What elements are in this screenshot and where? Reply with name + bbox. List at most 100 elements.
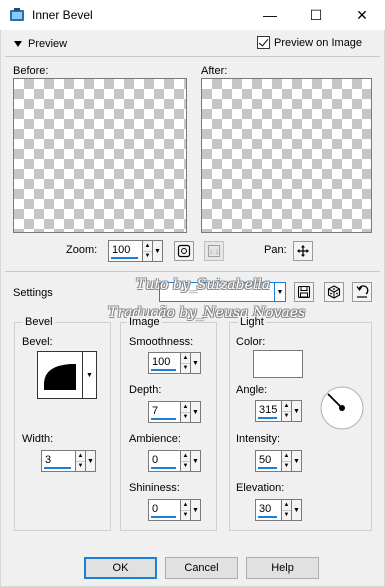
elevation-label: Elevation: [236, 482, 285, 494]
shininess-dropdown-arrow-icon[interactable]: ▼ [191, 499, 201, 521]
preview-toggle[interactable]: Preview [14, 38, 67, 50]
smoothness-input[interactable]: 100 [148, 352, 181, 374]
zoom-input[interactable]: 100 [108, 240, 143, 262]
zoom-stepper[interactable]: 100 ▲ ▼ ▼ [108, 240, 163, 262]
before-label: Before: [13, 65, 49, 77]
angle-dial[interactable] [319, 385, 365, 431]
angle-input[interactable]: 315 [255, 400, 282, 422]
shininess-label: Shininess: [129, 482, 180, 494]
zoom-label: Zoom: [66, 244, 98, 256]
spin-up-icon[interactable]: ▲ [143, 241, 152, 251]
smoothness-label: Smoothness: [129, 336, 194, 348]
spin-up-icon[interactable]: ▲ [76, 451, 85, 461]
angle-label: Angle: [236, 384, 268, 396]
randomize-button[interactable] [324, 282, 344, 302]
bevel-shape-selector[interactable] [37, 351, 83, 399]
bevel-group-title: Bevel [23, 316, 55, 328]
light-color-swatch[interactable] [253, 350, 303, 378]
ambience-dropdown-arrow-icon[interactable]: ▼ [191, 450, 201, 472]
spin-down-icon[interactable]: ▼ [143, 250, 152, 262]
preset-dropdown-arrow-icon[interactable]: ▼ [275, 282, 286, 302]
spin-down-icon[interactable]: ▼ [76, 460, 85, 472]
elevation-input[interactable]: 30 [255, 499, 282, 521]
preview-on-image-option[interactable]: Preview on Image [257, 36, 362, 49]
actual-size-icon: 1:1 [208, 245, 220, 257]
angle-stepper[interactable]: 315 ▲ ▼ ▼ [255, 400, 302, 422]
settings-divider [5, 271, 380, 272]
help-button[interactable]: Help [246, 557, 319, 579]
zoom-dropdown-arrow-icon[interactable]: ▼ [153, 240, 163, 262]
spin-down-icon[interactable]: ▼ [181, 460, 190, 472]
cancel-button[interactable]: Cancel [165, 557, 238, 579]
preview-toggle-label: Preview [28, 38, 68, 50]
bevel-shape-icon [44, 364, 76, 390]
pan-button[interactable] [293, 241, 313, 261]
spin-down-icon[interactable]: ▼ [181, 509, 190, 521]
spin-up-icon[interactable]: ▲ [282, 500, 291, 510]
svg-text:1:1: 1:1 [209, 249, 219, 256]
app-icon [10, 8, 24, 21]
move-cross-icon [297, 245, 309, 257]
zoom-fit-icon [177, 244, 191, 258]
ok-button[interactable]: OK [84, 557, 157, 579]
reset-arrow-icon [356, 285, 369, 298]
spin-up-icon[interactable]: ▲ [282, 451, 291, 461]
width-input[interactable]: 3 [41, 450, 76, 472]
preset-input[interactable] [159, 282, 275, 302]
intensity-stepper[interactable]: 50 ▲ ▼ ▼ [255, 450, 302, 472]
spin-up-icon[interactable]: ▲ [181, 500, 190, 510]
ambience-stepper[interactable]: 0 ▲ ▼ ▼ [148, 450, 201, 472]
preview-on-image-checkbox[interactable] [257, 36, 270, 49]
angle-dropdown-arrow-icon[interactable]: ▼ [292, 400, 302, 422]
spin-down-icon[interactable]: ▼ [282, 460, 291, 472]
smoothness-stepper[interactable]: 100 ▲ ▼ ▼ [148, 352, 201, 374]
save-preset-button[interactable] [294, 282, 314, 302]
depth-label: Depth: [129, 384, 162, 396]
width-label: Width: [22, 433, 54, 445]
ambience-input[interactable]: 0 [148, 450, 181, 472]
spin-up-icon[interactable]: ▲ [181, 451, 190, 461]
collapse-triangle-icon [14, 41, 22, 47]
preview-on-image-label: Preview on Image [274, 36, 363, 49]
preview-divider [5, 56, 380, 57]
intensity-input[interactable]: 50 [255, 450, 282, 472]
close-button[interactable]: ✕ [339, 0, 385, 30]
color-label: Color: [236, 336, 266, 348]
depth-stepper[interactable]: 7 ▲ ▼ ▼ [148, 401, 201, 423]
dice-icon [327, 285, 341, 299]
spin-up-icon[interactable]: ▲ [181, 353, 190, 363]
shininess-input[interactable]: 0 [148, 499, 181, 521]
after-label: After: [201, 65, 228, 77]
smoothness-dropdown-arrow-icon[interactable]: ▼ [191, 352, 201, 374]
intensity-dropdown-arrow-icon[interactable]: ▼ [292, 450, 302, 472]
window-title: Inner Bevel [32, 8, 93, 22]
shininess-stepper[interactable]: 0 ▲ ▼ ▼ [148, 499, 201, 521]
intensity-label: Intensity: [236, 433, 281, 445]
ambience-label: Ambience: [129, 433, 181, 445]
spin-up-icon[interactable]: ▲ [282, 401, 291, 411]
bevel-dropdown-arrow-icon[interactable]: ▼ [83, 351, 97, 399]
width-dropdown-arrow-icon[interactable]: ▼ [86, 450, 96, 472]
depth-input[interactable]: 7 [148, 401, 181, 423]
width-stepper[interactable]: 3 ▲ ▼ ▼ [41, 450, 96, 472]
zoom-to-fit-button[interactable] [174, 241, 194, 261]
elevation-dropdown-arrow-icon[interactable]: ▼ [292, 499, 302, 521]
spin-down-icon[interactable]: ▼ [282, 509, 291, 521]
spin-up-icon[interactable]: ▲ [181, 402, 190, 412]
light-group-title: Light [238, 316, 266, 328]
save-icon [297, 285, 311, 299]
reset-button[interactable] [352, 282, 372, 302]
actual-size-button[interactable]: 1:1 [204, 241, 224, 261]
maximize-button[interactable]: ☐ [293, 0, 339, 30]
minimize-button[interactable]: — [247, 0, 293, 30]
settings-label: Settings [13, 287, 53, 299]
spin-down-icon[interactable]: ▼ [282, 410, 291, 422]
spin-down-icon[interactable]: ▼ [181, 362, 190, 374]
spin-down-icon[interactable]: ▼ [181, 411, 190, 423]
pan-label: Pan: [264, 244, 287, 256]
before-preview[interactable] [13, 78, 187, 233]
elevation-stepper[interactable]: 30 ▲ ▼ ▼ [255, 499, 302, 521]
bevel-label: Bevel: [22, 336, 53, 348]
depth-dropdown-arrow-icon[interactable]: ▼ [191, 401, 201, 423]
after-preview[interactable] [201, 78, 372, 233]
